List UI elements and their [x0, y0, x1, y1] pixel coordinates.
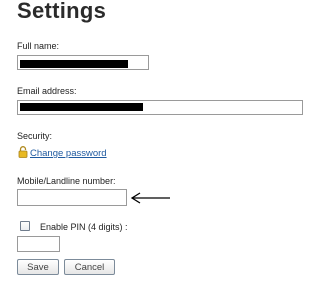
enable-pin-label: Enable PIN (4 digits) :: [40, 222, 128, 232]
change-password-link[interactable]: Change password: [30, 148, 107, 159]
email-label: Email address:: [17, 86, 77, 96]
mobile-field[interactable]: [17, 189, 127, 206]
save-button[interactable]: Save: [17, 259, 59, 275]
arrow-left-icon: [130, 192, 170, 204]
page-title: Settings: [17, 0, 107, 23]
mobile-label: Mobile/Landline number:: [17, 176, 116, 186]
security-label: Security:: [17, 131, 53, 141]
lock-icon: [18, 146, 28, 158]
full-name-label: Full name:: [17, 41, 60, 51]
pin-field[interactable]: [17, 236, 60, 252]
redaction-bar: [20, 103, 143, 111]
cancel-button[interactable]: Cancel: [64, 259, 115, 275]
enable-pin-checkbox[interactable]: [20, 221, 30, 231]
redaction-bar: [20, 60, 128, 68]
